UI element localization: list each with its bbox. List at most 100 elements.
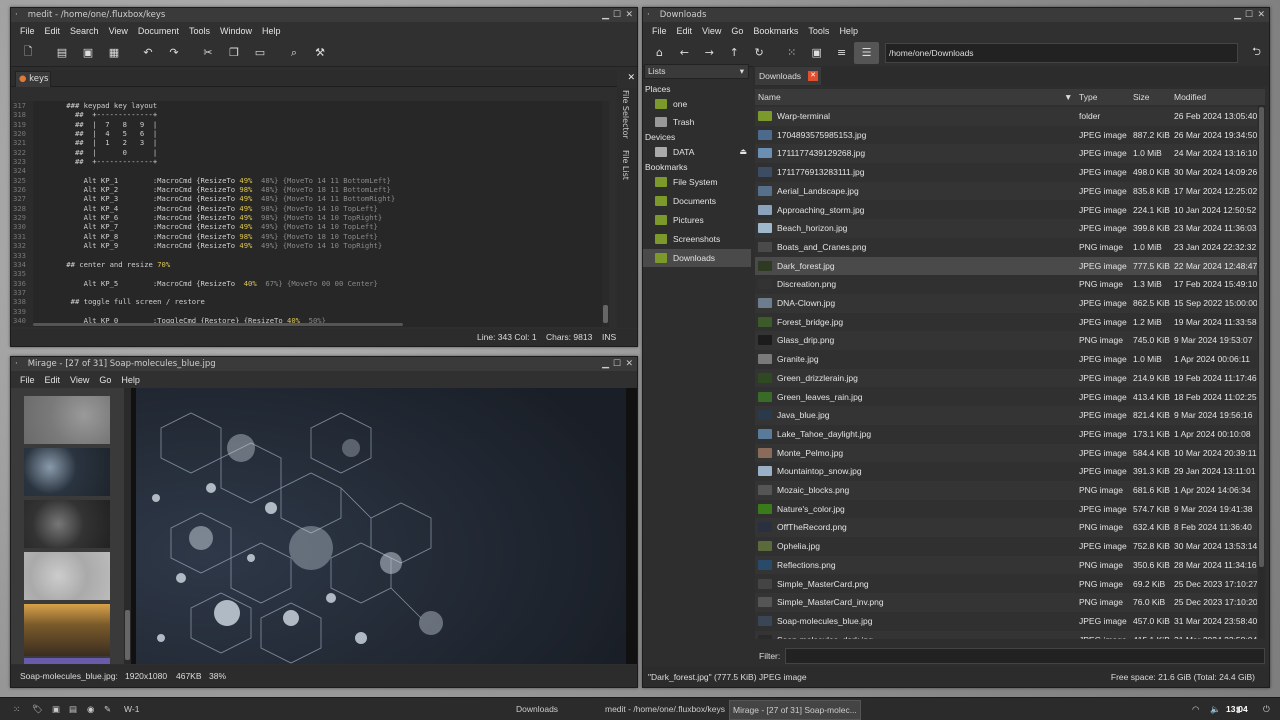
filter-input[interactable] xyxy=(785,648,1265,664)
bookmark-downloads[interactable]: Downloads xyxy=(643,249,751,267)
redo-icon[interactable]: ↷ xyxy=(161,42,187,64)
menu-tools[interactable]: Tools xyxy=(808,26,829,36)
file-row[interactable]: Lake_Tahoe_daylight.jpg JPEG image 173.1 K… xyxy=(755,425,1257,444)
medit-titlebar[interactable]: · medit - /home/one/.fluxbox/keys ▁ ☐ ✕ xyxy=(11,8,637,22)
menu-help[interactable]: Help xyxy=(262,26,281,36)
list-scrollbar[interactable] xyxy=(1258,105,1265,639)
menu-view[interactable]: View xyxy=(109,26,128,36)
task-mirage[interactable]: Mirage - [27 of 31] Soap-molec... xyxy=(729,700,861,720)
file-row[interactable]: Boats_and_Cranes.png PNG image 1.0 MiB 23 J… xyxy=(755,238,1257,257)
save-as-icon[interactable]: ▦ xyxy=(101,42,127,64)
tag-icon[interactable]: 🏷 xyxy=(32,704,43,715)
minimize-icon[interactable]: ▁ xyxy=(1234,8,1241,22)
file-row[interactable]: 1711177439129268.jpg JPEG image 1.0 MiB 24 … xyxy=(755,144,1257,164)
file-row[interactable]: Warp-terminal folder 26 Feb 2024 13:05:40 xyxy=(755,107,1257,126)
file-row[interactable]: Java_blue.jpg JPEG image 821.4 KiB 9 Mar 20… xyxy=(755,406,1257,425)
horizontal-scrollbar[interactable] xyxy=(33,323,603,328)
thumbnail[interactable] xyxy=(24,500,110,548)
menu-window[interactable]: Window xyxy=(220,26,252,36)
close-icon[interactable]: ✕ xyxy=(625,8,633,22)
bookmark-screenshots[interactable]: Screenshots xyxy=(643,230,751,248)
file-row[interactable]: 1711776913283111.jpg JPEG image 498.0 KiB 3… xyxy=(755,163,1257,182)
minimize-icon[interactable]: ▁ xyxy=(602,8,609,22)
file-row[interactable]: Nature's_color.jpg JPEG image 574.7 KiB 9 M… xyxy=(755,500,1257,519)
minimize-icon[interactable]: ▁ xyxy=(602,357,609,371)
reload-icon[interactable]: ↻ xyxy=(747,42,772,64)
close-icon[interactable]: ✕ xyxy=(625,357,633,371)
window-menu-icon[interactable]: · xyxy=(15,10,18,20)
file-row[interactable]: Mozaic_blocks.png PNG image 681.6 KiB 1 Apr… xyxy=(755,481,1257,500)
maximize-icon[interactable]: ☐ xyxy=(1245,8,1253,22)
browser-icon[interactable]: ◉ xyxy=(87,704,94,715)
menu-go[interactable]: Go xyxy=(99,375,111,385)
menu-file[interactable]: File xyxy=(20,26,35,36)
thumbnail[interactable] xyxy=(24,552,110,600)
back-icon[interactable]: ← xyxy=(672,42,697,64)
place-home[interactable]: one xyxy=(643,95,751,113)
terminal-icon[interactable]: ▣ xyxy=(52,704,60,715)
replace-icon[interactable]: ⚒ xyxy=(307,42,333,64)
volume-icon[interactable]: 🔈 xyxy=(1210,704,1221,715)
menu-file[interactable]: File xyxy=(20,375,35,385)
col-name[interactable]: Name xyxy=(758,89,781,105)
menu-search[interactable]: Search xyxy=(70,26,99,36)
file-row[interactable]: Forest_bridge.jpg JPEG image 1.2 MiB 19 Mar… xyxy=(755,313,1257,332)
folder-icon[interactable]: ▤ xyxy=(69,704,77,715)
menu-help[interactable]: Help xyxy=(839,26,858,36)
file-row[interactable]: Green_leaves_rain.jpg JPEG image 413.4 KiB… xyxy=(755,388,1257,407)
maximize-icon[interactable]: ☐ xyxy=(613,357,621,371)
thumbnail[interactable] xyxy=(24,396,110,444)
cut-icon[interactable]: ✂ xyxy=(195,42,221,64)
path-go-icon[interactable]: ⮌ xyxy=(1244,42,1269,64)
menu-document[interactable]: Document xyxy=(138,26,179,36)
file-row[interactable]: Mountaintop_snow.jpg JPEG image 391.3 KiB 2… xyxy=(755,462,1257,481)
close-tab-icon[interactable]: ✕ xyxy=(808,71,818,81)
mirage-titlebar[interactable]: · Mirage - [27 of 31] Soap-molecules_blue… xyxy=(11,357,637,371)
file-list[interactable]: Name ▼ Type Size Modified Warp-terminal f… xyxy=(755,89,1265,639)
file-row[interactable]: Dark_forest.jpg JPEG image 777.5 KiB 22 Mar… xyxy=(755,256,1257,276)
power-icon[interactable]: ⏻ xyxy=(1263,704,1270,715)
file-row[interactable]: Soap-molecules_blue.jpg JPEG image 457.0 K… xyxy=(755,612,1257,631)
menu-help[interactable]: Help xyxy=(121,375,140,385)
undo-icon[interactable]: ↶ xyxy=(135,42,161,64)
close-tab-icon[interactable]: ✕ xyxy=(627,73,635,83)
task-downloads[interactable]: Downloads xyxy=(516,704,558,714)
apps-menu-icon[interactable]: ⁙ xyxy=(13,704,20,715)
file-row[interactable]: Simple_MasterCard.png PNG image 69.2 KiB 25… xyxy=(755,575,1257,594)
bookmark-documents[interactable]: Documents xyxy=(643,192,751,210)
copy-icon[interactable]: ❐ xyxy=(221,42,247,64)
wifi-icon[interactable]: ◠ xyxy=(1192,704,1199,715)
file-row[interactable]: Ophelia.jpg JPEG image 752.8 KiB 30 Mar 202… xyxy=(755,537,1257,556)
eject-icon[interactable]: ⏏ xyxy=(739,143,747,161)
tab-downloads[interactable]: Downloads ✕ xyxy=(755,67,821,85)
forward-icon[interactable]: → xyxy=(697,42,722,64)
tab-keys[interactable]: ● keys xyxy=(15,71,51,87)
device-data[interactable]: DATA ⏏ xyxy=(643,143,751,161)
file-row[interactable]: Green_drizzlerain.jpg JPEG image 214.9 KiB… xyxy=(755,368,1257,388)
file-row[interactable]: Glass_drip.png PNG image 745.0 KiB 9 Mar 20… xyxy=(755,331,1257,351)
file-row[interactable]: Approaching_storm.jpg JPEG image 224.1 KiB… xyxy=(755,201,1257,220)
file-row[interactable]: Discreation.png PNG image 1.3 MiB 17 Feb 20… xyxy=(755,275,1257,294)
menu-edit[interactable]: Edit xyxy=(45,375,61,385)
bookmark-filesystem[interactable]: File System xyxy=(643,173,751,191)
file-row[interactable]: DNA-Clown.jpg JPEG image 862.5 KiB 15 Sep 2… xyxy=(755,294,1257,313)
save-icon[interactable]: ▣ xyxy=(75,42,101,64)
menu-bookmarks[interactable]: Bookmarks xyxy=(753,26,798,36)
col-type[interactable]: Type xyxy=(1079,89,1097,105)
file-row[interactable]: Monte_Pelmo.jpg JPEG image 584.4 KiB 10 Mar… xyxy=(755,443,1257,463)
open-file-icon[interactable]: ▤ xyxy=(49,42,75,64)
new-file-icon[interactable]: 🗋 xyxy=(15,42,41,64)
up-icon[interactable]: ↑ xyxy=(722,42,747,64)
find-icon[interactable]: ⌕ xyxy=(281,42,307,64)
place-trash[interactable]: Trash xyxy=(643,113,751,131)
thumbnail-view-icon[interactable]: ▣ xyxy=(804,42,829,64)
menu-go[interactable]: Go xyxy=(731,26,743,36)
paste-icon[interactable]: ▭ xyxy=(247,42,273,64)
window-menu-icon[interactable]: · xyxy=(647,10,650,20)
file-list-tab[interactable]: File List xyxy=(621,150,630,180)
path-bar[interactable]: /home/one/Downloads xyxy=(884,42,1239,63)
vertical-scrollbar[interactable] xyxy=(602,101,609,327)
file-row[interactable]: Aerial_Landscape.jpg JPEG image 835.8 KiB 1… xyxy=(755,181,1257,201)
editor-icon[interactable]: ✎ xyxy=(104,704,111,715)
workspace-name[interactable]: W-1 xyxy=(124,704,139,714)
